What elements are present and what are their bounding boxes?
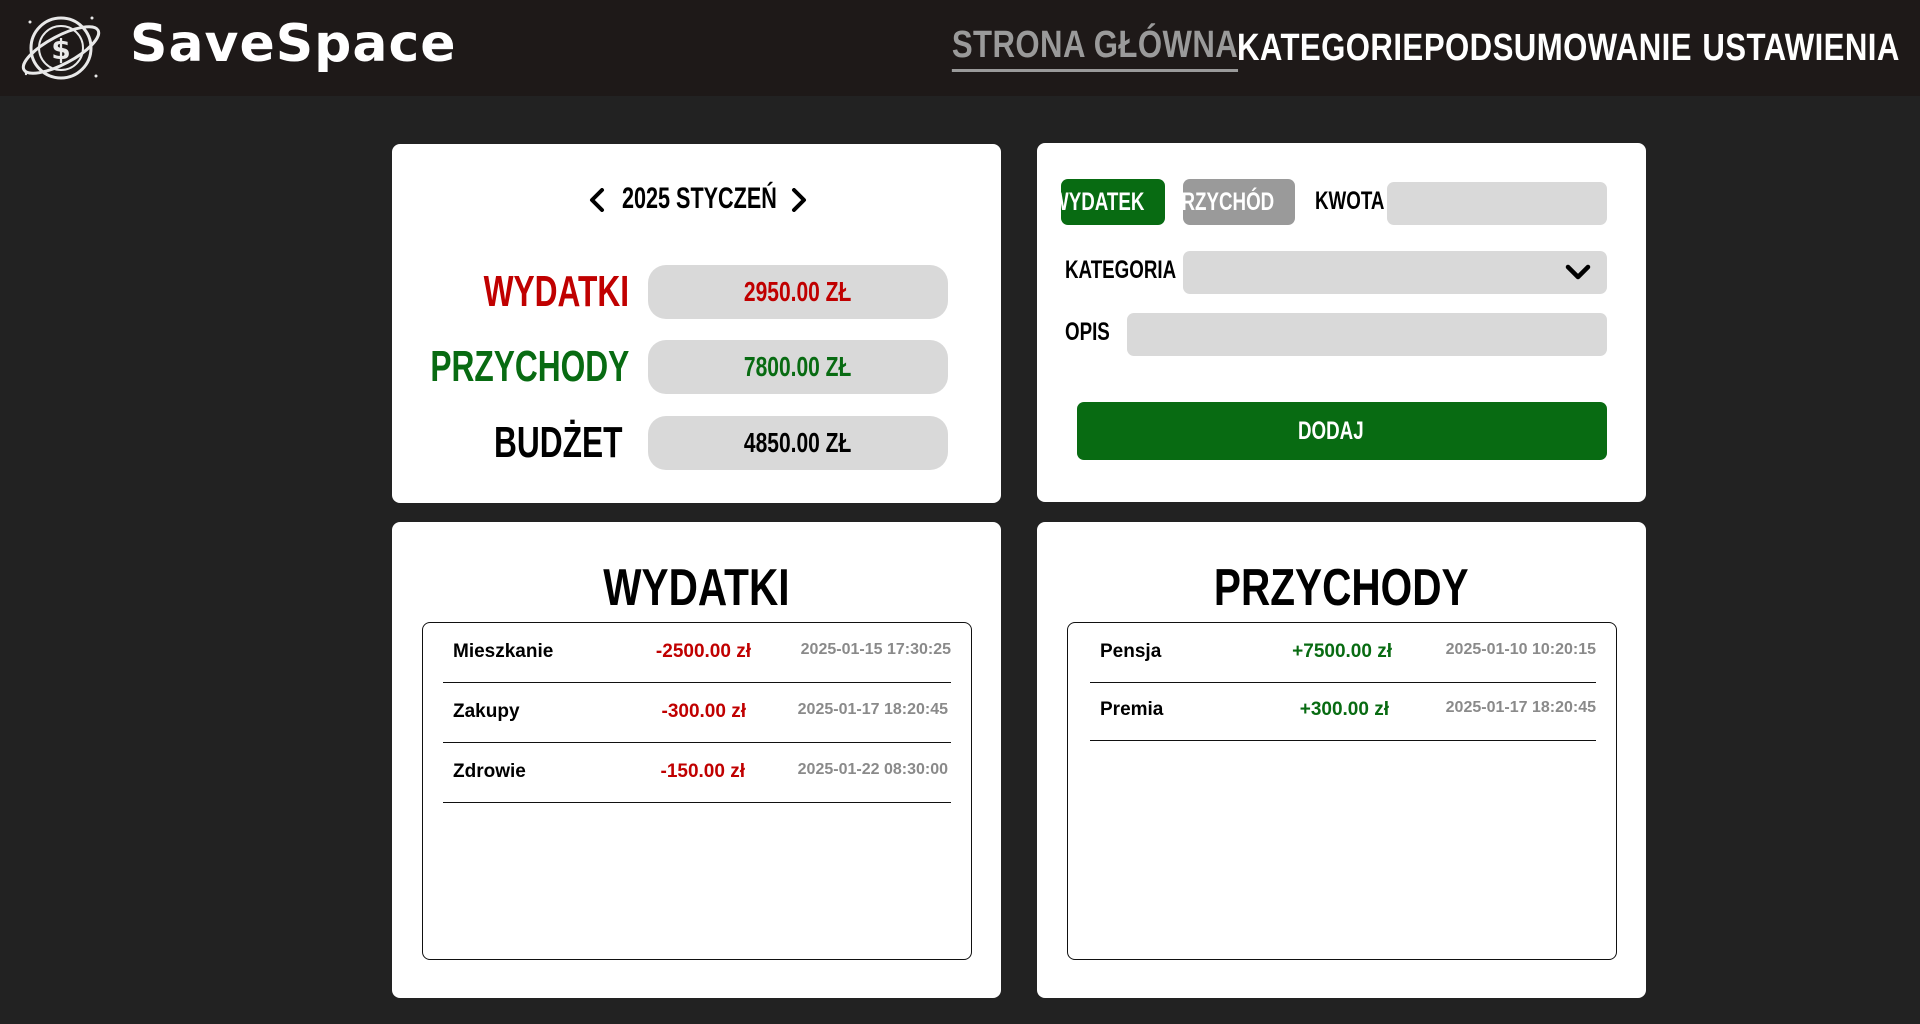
brand-name[interactable]: SaveSpace: [130, 14, 457, 74]
summary-expenses-amount: 2950.00 ZŁ: [744, 276, 852, 307]
expenses-card: WYDATKI Mieszkanie -2500.00 zł 2025-01-1…: [392, 522, 1001, 998]
income-date: 2025-01-10 10:20:15: [1445, 641, 1596, 658]
nav-settings[interactable]: USTAWIENIA: [1703, 24, 1900, 72]
expense-type-label: WYDATEK: [1050, 187, 1145, 216]
expense-type-button[interactable]: WYDATEK: [1051, 179, 1165, 225]
chevron-left-icon[interactable]: [588, 188, 606, 212]
summary-budget-row: BUDŻET 4850.00 ZŁ: [392, 416, 1001, 470]
expense-amount: -300.00 zł: [661, 701, 747, 722]
summary-budget-value: 4850.00 ZŁ: [648, 416, 948, 470]
planet-coin-logo[interactable]: $: [16, 6, 106, 90]
income-row[interactable]: Premia +300.00 zł 2025-01-17 18:20:45: [1090, 681, 1596, 741]
expense-row[interactable]: Mieszkanie -2500.00 zł 2025-01-15 17:30:…: [443, 623, 951, 683]
incomes-title: PRZYCHODY: [1037, 558, 1646, 618]
nav-summary[interactable]: PODSUMOWANIE: [1424, 24, 1692, 72]
svg-text:$: $: [51, 33, 70, 66]
income-type-label: PRZYCHÓD: [1168, 187, 1275, 216]
expenses-title: WYDATKI: [392, 558, 1001, 618]
chevron-right-icon[interactable]: [790, 188, 808, 212]
expense-name: Zakupy: [453, 701, 520, 722]
month-selector: 2025 STYCZEŃ: [392, 180, 1001, 220]
expense-amount: -2500.00 zł: [655, 641, 751, 662]
summary-income-value: 7800.00 ZŁ: [648, 340, 948, 394]
expense-row[interactable]: Zdrowie -150.00 zł 2025-01-22 08:30:00: [443, 743, 951, 803]
add-transaction-card: WYDATEK PRZYCHÓD KWOTA KATEGORIA OPIS DO…: [1037, 143, 1646, 502]
expenses-title-text: WYDATKI: [603, 559, 790, 617]
income-amount: +7500.00 zł: [1292, 641, 1392, 662]
summary-income-label: PRZYCHODY: [430, 342, 629, 391]
expenses-list[interactable]: Mieszkanie -2500.00 zł 2025-01-15 17:30:…: [422, 622, 972, 960]
expense-date: 2025-01-17 18:20:45: [797, 701, 948, 718]
nav-categories[interactable]: KATEGORIE: [1237, 24, 1424, 72]
income-name: Pensja: [1100, 641, 1162, 662]
category-label: KATEGORIA: [1065, 256, 1177, 284]
main-nav: STRONA GŁÓWNA KATEGORIE PODSUMOWANIE UST…: [951, 24, 1900, 72]
incomes-list[interactable]: Pensja +7500.00 zł 2025-01-10 10:20:15 P…: [1067, 622, 1617, 960]
summary-expenses-row: WYDATKI 2950.00 ZŁ: [392, 265, 1001, 319]
description-label: OPIS: [1065, 318, 1110, 346]
incomes-title-text: PRZYCHODY: [1214, 559, 1469, 617]
amount-label: KWOTA: [1315, 187, 1385, 215]
income-amount: +300.00 zł: [1299, 699, 1389, 720]
expense-row[interactable]: Zakupy -300.00 zł 2025-01-17 18:20:45: [443, 683, 951, 743]
expense-name: Mieszkanie: [453, 641, 554, 662]
incomes-card: PRZYCHODY Pensja +7500.00 zł 2025-01-10 …: [1037, 522, 1646, 998]
expense-amount: -150.00 zł: [660, 761, 746, 782]
month-label: 2025 STYCZEŃ: [622, 182, 777, 215]
summary-expenses-value: 2950.00 ZŁ: [648, 265, 948, 319]
chevron-down-icon: [1565, 264, 1591, 280]
summary-income-amount: 7800.00 ZŁ: [744, 351, 852, 382]
add-button-label: DODAJ: [1298, 416, 1364, 445]
income-type-button[interactable]: PRZYCHÓD: [1169, 179, 1295, 225]
income-date: 2025-01-17 18:20:45: [1445, 699, 1596, 716]
amount-input[interactable]: [1387, 182, 1607, 225]
category-select[interactable]: [1183, 251, 1607, 294]
summary-expenses-label: WYDATKI: [483, 267, 629, 316]
top-bar: $ SaveSpace STRONA GŁÓWNA KATEGORIE PODS…: [0, 0, 1920, 96]
expense-date: 2025-01-15 17:30:25: [800, 641, 951, 658]
month-summary-card: 2025 STYCZEŃ WYDATKI 2950.00 ZŁ PRZYCHOD…: [392, 144, 1001, 503]
nav-home[interactable]: STRONA GŁÓWNA: [951, 24, 1238, 72]
income-row[interactable]: Pensja +7500.00 zł 2025-01-10 10:20:15: [1090, 623, 1596, 683]
description-input[interactable]: [1127, 313, 1607, 356]
summary-income-row: PRZYCHODY 7800.00 ZŁ: [392, 340, 1001, 394]
add-button[interactable]: DODAJ: [1077, 402, 1607, 460]
income-name: Premia: [1100, 699, 1164, 720]
expense-name: Zdrowie: [453, 761, 526, 782]
summary-budget-amount: 4850.00 ZŁ: [744, 427, 852, 458]
summary-budget-label: BUDŻET: [493, 418, 622, 467]
expense-date: 2025-01-22 08:30:00: [797, 761, 948, 778]
